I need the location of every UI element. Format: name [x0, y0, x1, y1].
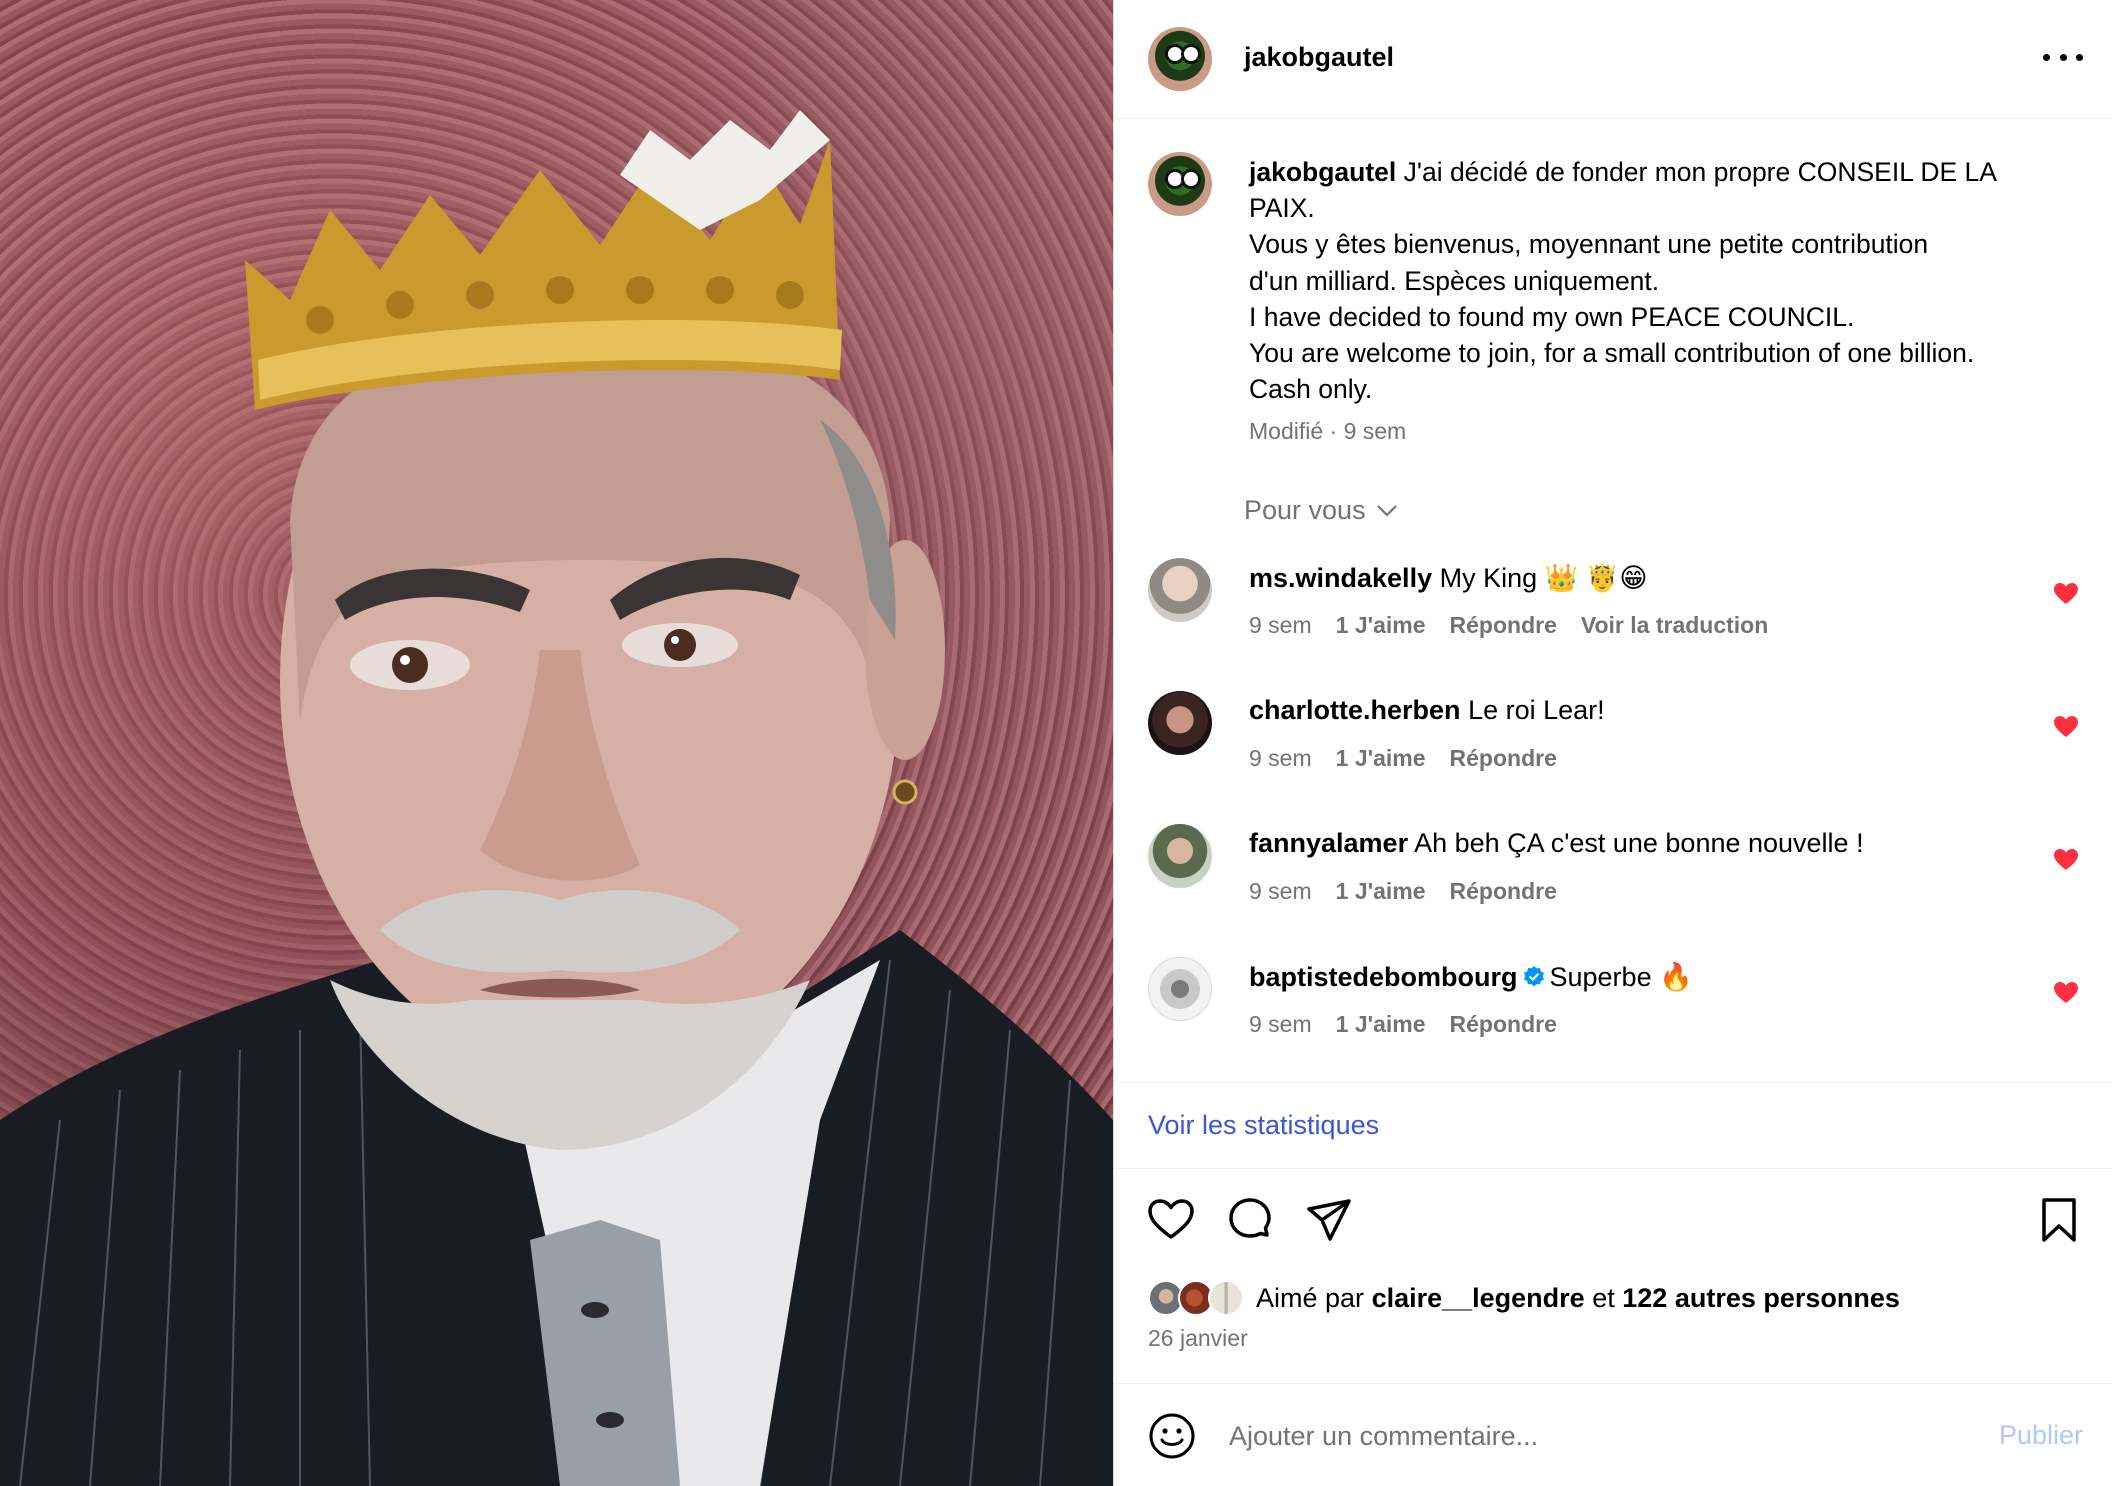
author-username[interactable]: jakobgautel — [1244, 42, 1394, 73]
liked-by-user[interactable]: claire__legendre — [1372, 1283, 1585, 1314]
commenter-avatar[interactable] — [1148, 957, 1212, 1021]
caption-line-3: Vous y êtes bienvenus, moyennant une pet… — [1249, 229, 1929, 260]
reply-button[interactable]: Répondre — [1450, 612, 1557, 639]
liked-by-summary: Aimé par claire__legendre et 122 autres … — [1148, 1278, 1900, 1318]
commenter-username[interactable]: fannyalamer — [1249, 828, 1408, 858]
comment-input[interactable] — [1229, 1414, 1929, 1458]
see-translation-button[interactable]: Voir la traduction — [1581, 612, 1768, 639]
comment-like-heart-icon[interactable] — [2053, 715, 2079, 739]
divider — [1114, 1082, 2112, 1083]
comment-likes[interactable]: 1 J'aime — [1336, 1011, 1426, 1038]
comment-likes[interactable]: 1 J'aime — [1336, 745, 1426, 772]
reply-button[interactable]: Répondre — [1450, 745, 1557, 772]
comment-meta: 9 sem 1 J'aime Répondre — [1249, 745, 1557, 772]
post-header: jakobgautel — [1114, 0, 2112, 119]
emoji-picker-icon[interactable] — [1148, 1412, 1196, 1460]
comment-body: charlotte.herben Le roi Lear! — [1249, 695, 1605, 726]
publish-button[interactable]: Publier — [1999, 1420, 2083, 1451]
comment-item: charlotte.herben Le roi Lear! 9 sem 1 J'… — [1114, 685, 2112, 805]
liked-by-connector: et — [1592, 1282, 1615, 1313]
caption-line-1: J'ai décidé de fonder mon propre CONSEIL… — [1403, 157, 1997, 187]
comment-time: 9 sem — [1249, 878, 1312, 904]
comment-item: ms.windakelly My King 👑 🤴😁 9 sem 1 J'aim… — [1114, 552, 2112, 672]
commenter-avatar[interactable] — [1148, 558, 1212, 622]
liker-avatar — [1208, 1280, 1244, 1316]
caption-line-4: d'un milliard. Espèces uniquement. — [1249, 265, 1660, 296]
comment-body: baptistedebombourg Superbe 🔥 — [1249, 961, 1693, 993]
more-options-icon[interactable] — [2043, 42, 2083, 72]
caption-text: jakobgautel J'ai décidé de fonder mon pr… — [1249, 154, 2059, 407]
comment-meta: 9 sem 1 J'aime Répondre — [1249, 1011, 1557, 1038]
liker-avatars[interactable] — [1148, 1278, 1248, 1318]
bookmark-icon[interactable] — [2034, 1195, 2084, 1245]
comment-time: 9 sem — [1249, 745, 1312, 771]
reply-button[interactable]: Répondre — [1450, 1011, 1557, 1038]
post-side-panel: jakobgautel jakobgautel J'ai décidé de f… — [1113, 0, 2112, 1486]
comment-meta: 9 sem 1 J'aime Répondre — [1249, 878, 1557, 905]
comment-meta: 9 sem 1 J'aime Répondre Voir la traducti… — [1249, 612, 1768, 639]
comment-text: My King 👑 🤴😁 — [1439, 563, 1648, 593]
author-avatar[interactable] — [1148, 27, 1212, 91]
chevron-down-icon — [1376, 504, 1397, 517]
share-paper-plane-icon[interactable] — [1304, 1195, 1354, 1245]
comment-sort-label: Pour vous — [1244, 495, 1366, 525]
comment-item: baptistedebombourg Superbe 🔥 9 sem 1 J'ai… — [1114, 951, 2112, 1071]
comment-body: fannyalamer Ah beh ÇA c'est une bonne no… — [1249, 828, 1864, 859]
liked-by-prefix: Aimé par — [1256, 1282, 1365, 1313]
comment-time: 9 sem — [1249, 1011, 1312, 1037]
view-insights-link[interactable]: Voir les statistiques — [1148, 1110, 1379, 1141]
comment-time: 9 sem — [1249, 612, 1312, 638]
caption-line-6: You are welcome to join, for a small con… — [1249, 338, 1975, 369]
comment-text: Le roi Lear! — [1468, 695, 1605, 725]
comment-item: fannyalamer Ah beh ÇA c'est une bonne no… — [1114, 818, 2112, 938]
comment-like-heart-icon[interactable] — [2053, 848, 2079, 872]
comment-like-heart-icon[interactable] — [2053, 582, 2079, 606]
divider — [1114, 1168, 2112, 1169]
caption-line-2: PAIX. — [1249, 193, 1315, 224]
commenter-username[interactable]: ms.windakelly — [1249, 563, 1432, 593]
comment-likes[interactable]: 1 J'aime — [1336, 878, 1426, 905]
reply-button[interactable]: Répondre — [1450, 878, 1557, 905]
verified-badge-icon — [1523, 966, 1544, 987]
post-date: 26 janvier — [1148, 1325, 1248, 1351]
comment-body: ms.windakelly My King 👑 🤴😁 — [1249, 562, 1648, 594]
comment-likes[interactable]: 1 J'aime — [1336, 612, 1426, 639]
comment-composer: Publier — [1114, 1383, 2112, 1486]
commenter-username[interactable]: baptistedebombourg — [1249, 962, 1518, 992]
comment-icon[interactable] — [1225, 1195, 1275, 1245]
comment-text: Ah beh ÇA c'est une bonne nouvelle ! — [1414, 828, 1864, 858]
post-actions-bar — [1114, 1195, 2112, 1255]
caption-meta: Modifié · 9 sem — [1249, 418, 1407, 444]
commenter-avatar[interactable] — [1148, 824, 1212, 888]
likes-count-others[interactable]: 122 autres personnes — [1622, 1283, 1900, 1314]
portrait-illustration — [0, 110, 1113, 1486]
comment-like-heart-icon[interactable] — [2053, 981, 2079, 1005]
caption-line-5: I have decided to found my own PEACE COU… — [1249, 301, 1855, 332]
caption-line-7: Cash only. — [1249, 374, 1373, 405]
comment-sort-dropdown[interactable]: Pour vous — [1244, 495, 1398, 526]
commenter-avatar[interactable] — [1148, 691, 1212, 755]
comment-text: Superbe 🔥 — [1549, 962, 1693, 992]
post-photo[interactable] — [0, 0, 1113, 1486]
caption-author-avatar[interactable] — [1148, 152, 1212, 216]
like-heart-icon[interactable] — [1146, 1195, 1196, 1245]
caption-username[interactable]: jakobgautel — [1249, 157, 1396, 187]
commenter-username[interactable]: charlotte.herben — [1249, 695, 1461, 725]
